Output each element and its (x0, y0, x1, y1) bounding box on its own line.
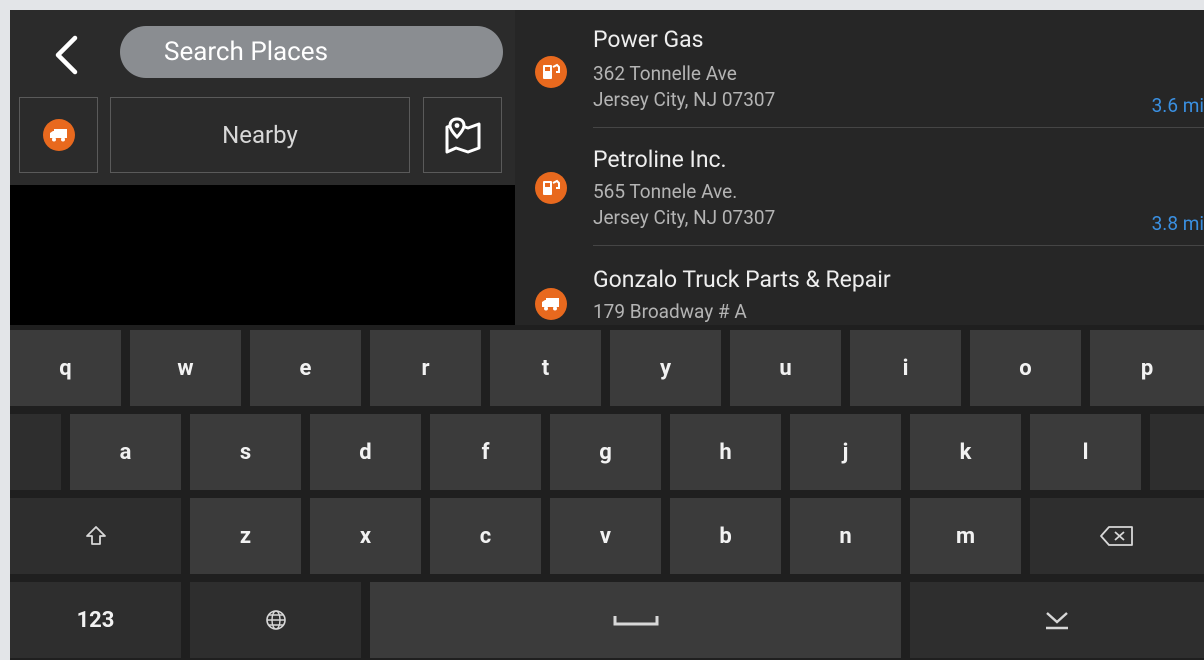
shift-key[interactable] (10, 498, 181, 574)
key-e[interactable]: e (250, 330, 361, 406)
result-item-power-gas[interactable]: Power Gas 362 Tonnelle Ave Jersey City, … (515, 10, 1204, 128)
chevron-down-icon (1046, 612, 1068, 630)
key-spacer-left (10, 414, 61, 490)
result-name: Power Gas (593, 26, 704, 53)
key-c[interactable]: c (430, 498, 541, 574)
hide-keyboard-key[interactable] (910, 582, 1204, 658)
back-button[interactable] (42, 30, 90, 80)
search-input[interactable]: Search Places (120, 26, 503, 78)
nearby-filter-button[interactable]: Nearby (110, 97, 410, 173)
result-address-line1: 565 Tonnele Ave. (593, 180, 738, 203)
backspace-key[interactable] (1030, 498, 1204, 574)
key-n[interactable]: n (790, 498, 901, 574)
result-distance: 3.8 mi (1151, 212, 1204, 235)
map-view-button[interactable] (423, 97, 502, 173)
result-distance: 3.6 mi (1151, 94, 1204, 117)
map-pin-icon (445, 117, 480, 154)
language-key[interactable] (190, 582, 361, 658)
key-b[interactable]: b (670, 498, 781, 574)
result-name: Gonzalo Truck Parts & Repair (593, 266, 891, 293)
key-x[interactable]: x (310, 498, 421, 574)
globe-icon (265, 610, 286, 630)
key-k[interactable]: k (910, 414, 1021, 490)
truck-icon (42, 119, 75, 151)
space-key[interactable] (370, 582, 901, 658)
key-u[interactable]: u (730, 330, 841, 406)
results-list: Power Gas 362 Tonnelle Ave Jersey City, … (515, 10, 1204, 325)
key-i[interactable]: i (850, 330, 961, 406)
gas-station-icon (535, 56, 567, 88)
result-address-line2: Jersey City, NJ 07307 (593, 206, 776, 229)
on-screen-keyboard: q w e r t y u i o p a s d f g h j k l z … (10, 325, 1204, 660)
key-a[interactable]: a (70, 414, 181, 490)
numbers-key[interactable]: 123 (10, 582, 181, 658)
key-o[interactable]: o (970, 330, 1081, 406)
key-l[interactable]: l (1030, 414, 1141, 490)
key-t[interactable]: t (490, 330, 601, 406)
truck-icon (535, 288, 567, 320)
screen: Search Places Nearby Power Gas 362 Tonne… (10, 10, 1204, 660)
key-v[interactable]: v (550, 498, 661, 574)
key-g[interactable]: g (550, 414, 661, 490)
key-j[interactable]: j (790, 414, 901, 490)
result-item-gonzalo-truck[interactable]: Gonzalo Truck Parts & Repair 179 Broadwa… (515, 246, 1204, 325)
key-z[interactable]: z (190, 498, 301, 574)
key-f[interactable]: f (430, 414, 541, 490)
key-y[interactable]: y (610, 330, 721, 406)
key-r[interactable]: r (370, 330, 481, 406)
result-name: Petroline Inc. (593, 146, 727, 173)
truck-filter-button[interactable] (19, 97, 98, 173)
chevron-left-icon (55, 35, 78, 75)
key-q[interactable]: q (10, 330, 121, 406)
key-h[interactable]: h (670, 414, 781, 490)
search-header: Search Places Nearby (10, 10, 515, 185)
backspace-icon (1100, 526, 1133, 546)
key-d[interactable]: d (310, 414, 421, 490)
key-p[interactable]: p (1090, 330, 1204, 406)
key-w[interactable]: w (130, 330, 241, 406)
result-address-line1: 179 Broadway # A (593, 300, 747, 323)
result-address-line1: 362 Tonnelle Ave (593, 62, 737, 85)
left-panel: Search Places Nearby (10, 10, 515, 325)
shift-icon (85, 526, 106, 545)
result-address-line2: Jersey City, NJ 07307 (593, 88, 776, 111)
result-item-petroline[interactable]: Petroline Inc. 565 Tonnele Ave. Jersey C… (515, 128, 1204, 246)
key-s[interactable]: s (190, 414, 301, 490)
key-spacer-right (1150, 414, 1204, 490)
key-m[interactable]: m (910, 498, 1021, 574)
space-bar-icon (613, 616, 658, 626)
gas-station-icon (535, 172, 567, 204)
